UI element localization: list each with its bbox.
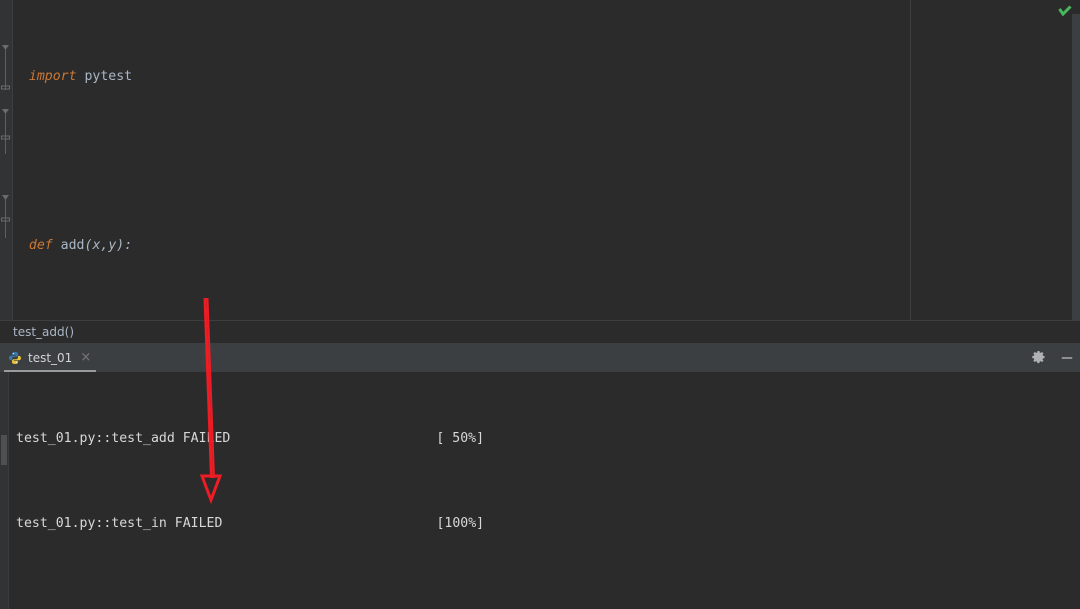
console-line: test_01.py::test_in FAILED [100%] [16, 513, 1080, 534]
close-icon[interactable]: × [78, 351, 91, 364]
minimize-window-icon[interactable] [1060, 351, 1074, 365]
right-margin-guide [910, 0, 911, 320]
fold-end-icon[interactable] [0, 132, 11, 143]
breadcrumb[interactable]: test_add() [0, 320, 1080, 342]
settings-gear-icon[interactable] [1031, 350, 1046, 365]
run-tool-window-tabbar: test_01 × [0, 343, 1080, 372]
breadcrumb-path: test_add() [13, 324, 74, 339]
token-module-pytest: pytest [84, 68, 133, 84]
run-console[interactable]: test_01.py::test_add FAILED [ 50%] test_0… [0, 372, 1080, 609]
token-keyword-import: import [28, 68, 77, 84]
code-line[interactable]: import pytest [13, 66, 1080, 87]
console-gutter[interactable] [0, 372, 9, 609]
fold-collapse-icon[interactable] [0, 192, 11, 203]
console-scrollbar-thumb[interactable] [1, 435, 7, 465]
code-line-blank[interactable] [13, 150, 1080, 171]
token-keyword-def: def [28, 238, 53, 254]
progress-percent: [100%] [436, 516, 485, 532]
fold-collapse-icon[interactable] [0, 42, 11, 53]
token-function-add: add [60, 238, 85, 254]
green-check-icon[interactable] [1058, 3, 1072, 17]
token-params: (x,y): [84, 238, 133, 254]
run-window-actions [1031, 350, 1080, 365]
code-editor[interactable]: import pytest def add(x,y): return x + y… [0, 0, 1080, 596]
fold-end-icon[interactable] [0, 214, 11, 225]
code-line[interactable]: def add(x,y): [13, 235, 1080, 256]
python-file-icon [8, 351, 22, 365]
ide-window: import pytest def add(x,y): return x + y… [0, 0, 1080, 609]
run-tab-test-01[interactable]: test_01 × [0, 343, 99, 372]
fold-end-icon[interactable] [0, 82, 11, 93]
editor-gutter[interactable] [0, 0, 13, 320]
console-output[interactable]: test_01.py::test_add FAILED [ 50%] test_0… [16, 372, 1080, 609]
run-tab-label: test_01 [28, 350, 73, 365]
console-line: test_01.py::test_add FAILED [ 50%] [16, 428, 1080, 449]
fold-collapse-icon[interactable] [0, 106, 11, 117]
console-test-result: test_01.py::test_in FAILED [16, 516, 223, 532]
code-text-area[interactable]: import pytest def add(x,y): return x + y… [13, 0, 1080, 596]
console-test-result: test_01.py::test_add FAILED [16, 431, 231, 447]
progress-percent: [ 50%] [436, 431, 485, 447]
editor-scrollbar-track[interactable] [1072, 14, 1080, 320]
